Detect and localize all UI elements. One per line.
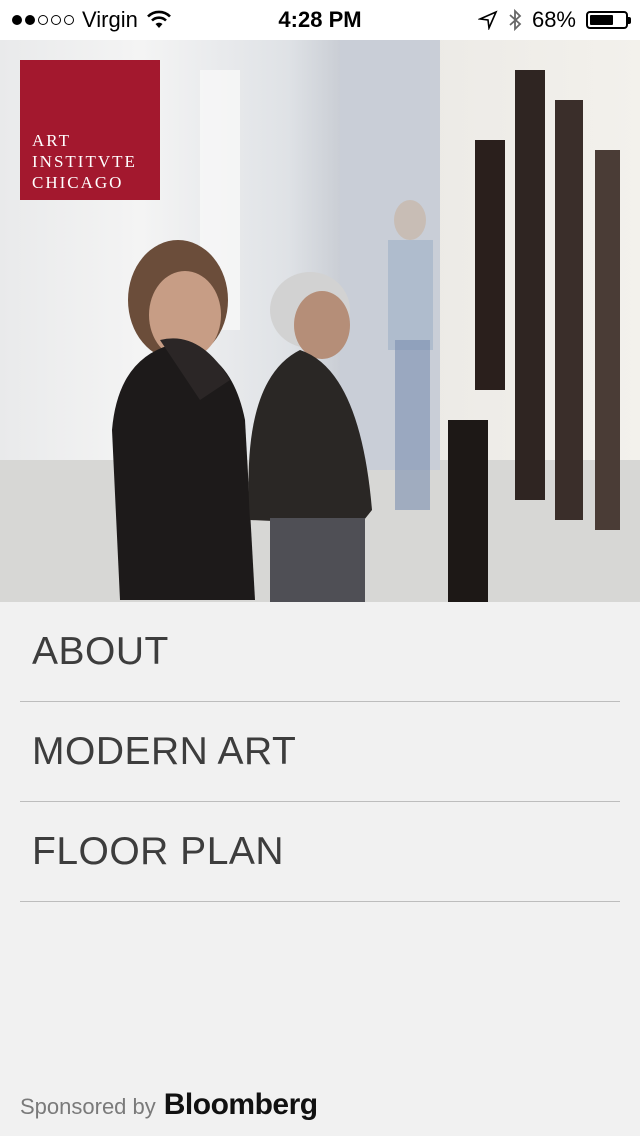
sponsor-brand-logo[interactable]: Bloomberg — [164, 1088, 318, 1122]
main-menu: ABOUT MODERN ART FLOOR PLAN — [20, 602, 620, 902]
logo-line-institute: INSTITVTE — [32, 152, 137, 171]
battery-icon — [586, 11, 631, 29]
menu-item-label: FLOOR PLAN — [32, 829, 285, 873]
logo-line-chicago: CHICAGO — [32, 173, 124, 192]
battery-percent: 68% — [531, 7, 576, 32]
menu-item-about[interactable]: ABOUT — [20, 602, 620, 702]
status-right: 68% — [477, 7, 631, 33]
sponsor-footer: Sponsored by Bloomberg — [20, 1088, 318, 1122]
logo-line-art: ART — [32, 131, 71, 150]
location-arrow-icon — [477, 10, 498, 30]
menu-item-label: ABOUT — [32, 629, 169, 673]
bluetooth-icon — [509, 8, 522, 32]
battery-fill — [590, 15, 614, 25]
art-institute-logo[interactable]: ART INSTITVTE CHICAGO — [20, 60, 160, 200]
hero-image: ART INSTITVTE CHICAGO — [0, 40, 640, 602]
menu-item-label: MODERN ART — [32, 729, 297, 773]
menu-item-modern-art[interactable]: MODERN ART — [20, 702, 620, 802]
status-bar: Virgin 4:28 PM 68% — [0, 0, 640, 40]
menu-item-floor-plan[interactable]: FLOOR PLAN — [20, 802, 620, 902]
sponsor-prefix: Sponsored by — [20, 1094, 156, 1119]
